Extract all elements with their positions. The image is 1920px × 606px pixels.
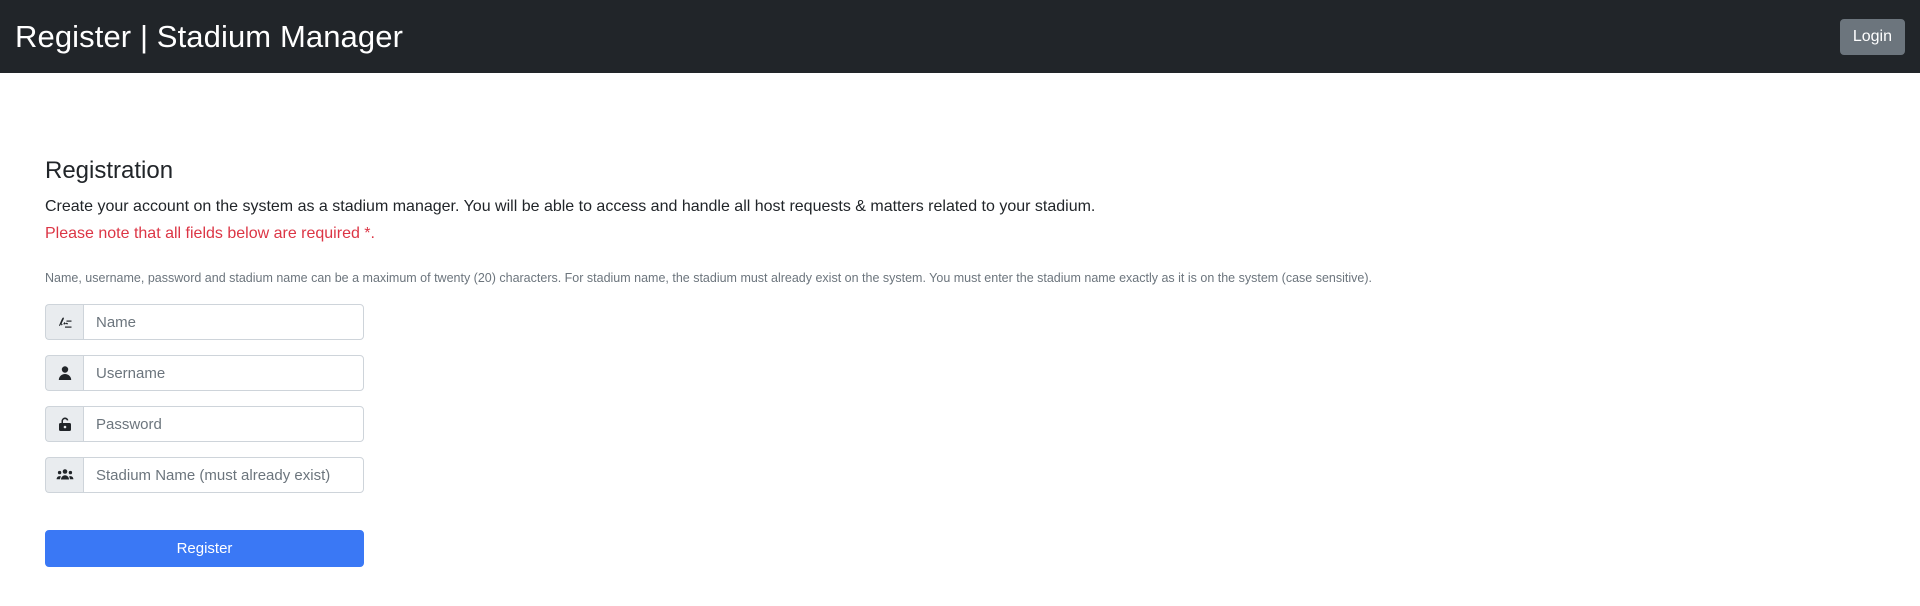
navbar: Register | Stadium Manager Login: [0, 0, 1920, 73]
name-input[interactable]: [83, 304, 364, 341]
registration-title: Registration: [45, 157, 174, 184]
user-icon: [45, 355, 83, 392]
required-note: Please note that all fields below are re…: [45, 225, 375, 243]
username-input[interactable]: [83, 355, 364, 392]
name-input-group: [45, 304, 364, 341]
registration-intro: Create your account on the system as a s…: [45, 197, 1096, 215]
people-group-icon: [45, 457, 83, 494]
unlock-icon: [45, 406, 83, 443]
stadium-input-group: [45, 457, 364, 494]
page-title: Register | Stadium Manager: [15, 18, 403, 54]
registration-section: Registration Create your account on the …: [0, 73, 1920, 568]
password-input[interactable]: [83, 406, 364, 443]
stadium-name-input[interactable]: [83, 457, 364, 494]
password-input-group: [45, 406, 364, 443]
register-button[interactable]: Register: [45, 530, 364, 568]
registration-form: Register: [45, 304, 1875, 568]
signature-icon: [45, 304, 83, 341]
login-button[interactable]: Login: [1839, 18, 1905, 55]
field-hint: Name, username, password and stadium nam…: [45, 270, 1372, 285]
username-input-group: [45, 355, 364, 392]
